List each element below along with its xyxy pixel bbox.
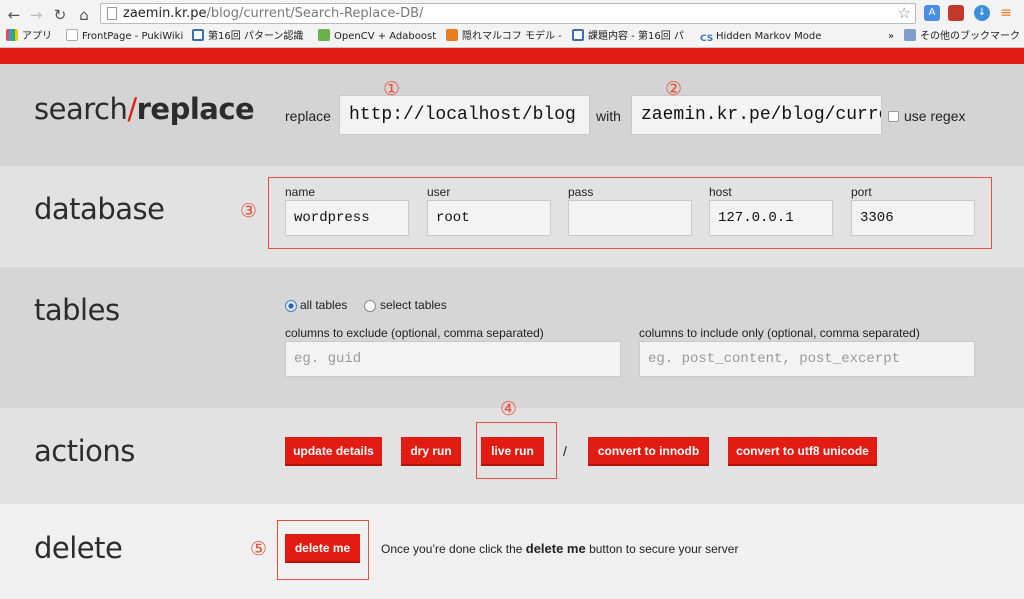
database-title: database xyxy=(34,192,165,226)
actions-section: actions ④ update details dry run live ru… xyxy=(0,398,1024,504)
site-icon xyxy=(192,29,204,41)
db-name-input[interactable]: wordpress xyxy=(285,200,409,236)
use-regex-label: use regex xyxy=(904,108,966,124)
replace-input[interactable]: http://localhost/blog xyxy=(339,95,590,135)
bookmark-item[interactable]: FrontPage - PukiWiki xyxy=(66,29,183,45)
with-input[interactable]: zaemin.kr.pe/blog/curre xyxy=(631,95,882,135)
live-run-button[interactable]: live run xyxy=(481,437,544,466)
annotation-marker-4: ④ xyxy=(500,398,518,420)
delete-instructions: Once you’re done click the delete me but… xyxy=(381,541,739,556)
translate-extension-icon[interactable]: A xyxy=(924,5,940,21)
bookmark-item[interactable]: CS Hidden Markov Mode xyxy=(700,29,821,45)
db-user-input[interactable]: root xyxy=(427,200,551,236)
annotation-marker-5: ⑤ xyxy=(250,538,268,560)
browser-chrome: ← → ↻ ⌂ zaemin.kr.pe/blog/current/Search… xyxy=(0,0,1024,48)
exclude-columns-input[interactable]: eg. guid xyxy=(285,341,621,377)
convert-innodb-button[interactable]: convert to innodb xyxy=(588,437,709,466)
db-user-label: user xyxy=(427,185,451,199)
all-tables-label: all tables xyxy=(300,298,348,312)
delete-me-button[interactable]: delete me xyxy=(285,534,360,563)
address-url[interactable]: zaemin.kr.pe/blog/current/Search-Replace… xyxy=(123,6,423,21)
select-tables-label: select tables xyxy=(380,298,447,312)
delete-title: delete xyxy=(34,531,123,565)
search-replace-section: search/replace replace http://localhost/… xyxy=(0,64,1024,166)
download-extension-icon[interactable]: ↓ xyxy=(974,5,990,21)
update-details-button[interactable]: update details xyxy=(285,437,382,466)
actions-title: actions xyxy=(34,434,135,468)
more-bookmarks-chevron[interactable]: » xyxy=(888,29,894,45)
dry-run-button[interactable]: dry run xyxy=(401,437,461,466)
folder-icon xyxy=(904,29,916,41)
all-tables-radio[interactable] xyxy=(285,300,297,312)
site-icon xyxy=(572,29,584,41)
back-arrow-icon[interactable]: ← xyxy=(4,6,24,24)
tables-title: tables xyxy=(34,293,120,327)
select-tables-radio[interactable] xyxy=(364,300,376,312)
replace-label: replace xyxy=(285,108,331,124)
bookmark-item[interactable]: 第16回 パターン認識 xyxy=(192,29,303,45)
db-name-label: name xyxy=(285,185,316,199)
use-regex-checkbox[interactable] xyxy=(888,111,899,122)
page-icon xyxy=(66,29,78,41)
top-accent-bar xyxy=(0,48,1024,64)
home-icon[interactable]: ⌂ xyxy=(74,6,94,24)
annotation-marker-1: ① xyxy=(383,78,401,100)
book-extension-icon[interactable] xyxy=(948,5,964,21)
db-host-input[interactable]: 127.0.0.1 xyxy=(709,200,833,236)
bookmark-apps[interactable]: アプリ xyxy=(6,29,52,45)
action-separator: / xyxy=(563,443,567,459)
address-bar[interactable]: zaemin.kr.pe/blog/current/Search-Replace… xyxy=(100,3,916,24)
menu-icon[interactable]: ≡ xyxy=(998,5,1014,21)
blog-icon xyxy=(318,29,330,41)
reload-icon[interactable]: ↻ xyxy=(50,6,70,24)
database-section: database ③ name wordpress user root pass… xyxy=(0,166,1024,267)
include-columns-label: columns to include only (optional, comma… xyxy=(639,326,920,340)
annotation-marker-2: ② xyxy=(665,78,683,100)
db-port-label: port xyxy=(851,185,872,199)
convert-utf8-button[interactable]: convert to utf8 unicode xyxy=(728,437,877,466)
bookmark-item[interactable]: OpenCV + Adaboost xyxy=(318,29,436,45)
cs-icon: CS xyxy=(700,33,714,45)
exclude-columns-label: columns to exclude (optional, comma sepa… xyxy=(285,326,544,340)
other-bookmarks[interactable]: その他のブックマーク xyxy=(904,29,1020,45)
bookmark-item[interactable]: 隠れマルコフ モデル - xyxy=(446,29,562,45)
with-label: with xyxy=(596,108,621,124)
db-pass-label: pass xyxy=(568,185,594,199)
annotation-marker-3: ③ xyxy=(240,200,258,222)
tables-section: tables all tables select tables columns … xyxy=(0,267,1024,408)
forward-arrow-icon[interactable]: → xyxy=(26,6,46,24)
db-pass-input[interactable] xyxy=(568,200,692,236)
delete-section: delete ⑤ delete me Once you’re done clic… xyxy=(0,504,1024,599)
include-columns-input[interactable]: eg. post_content, post_excerpt xyxy=(639,341,975,377)
db-port-input[interactable]: 3306 xyxy=(851,200,975,236)
bookmark-item[interactable]: 課題内容 - 第16回 パ xyxy=(572,29,684,45)
page-icon xyxy=(107,7,117,20)
db-host-label: host xyxy=(709,185,732,199)
bookmark-star-icon[interactable]: ☆ xyxy=(898,4,911,22)
matlab-icon xyxy=(446,29,458,41)
bookmarks-bar: アプリ FrontPage - PukiWiki 第16回 パターン認識 Ope… xyxy=(0,27,1024,47)
brand-logo: search/replace xyxy=(34,92,255,126)
apps-icon xyxy=(6,29,18,41)
